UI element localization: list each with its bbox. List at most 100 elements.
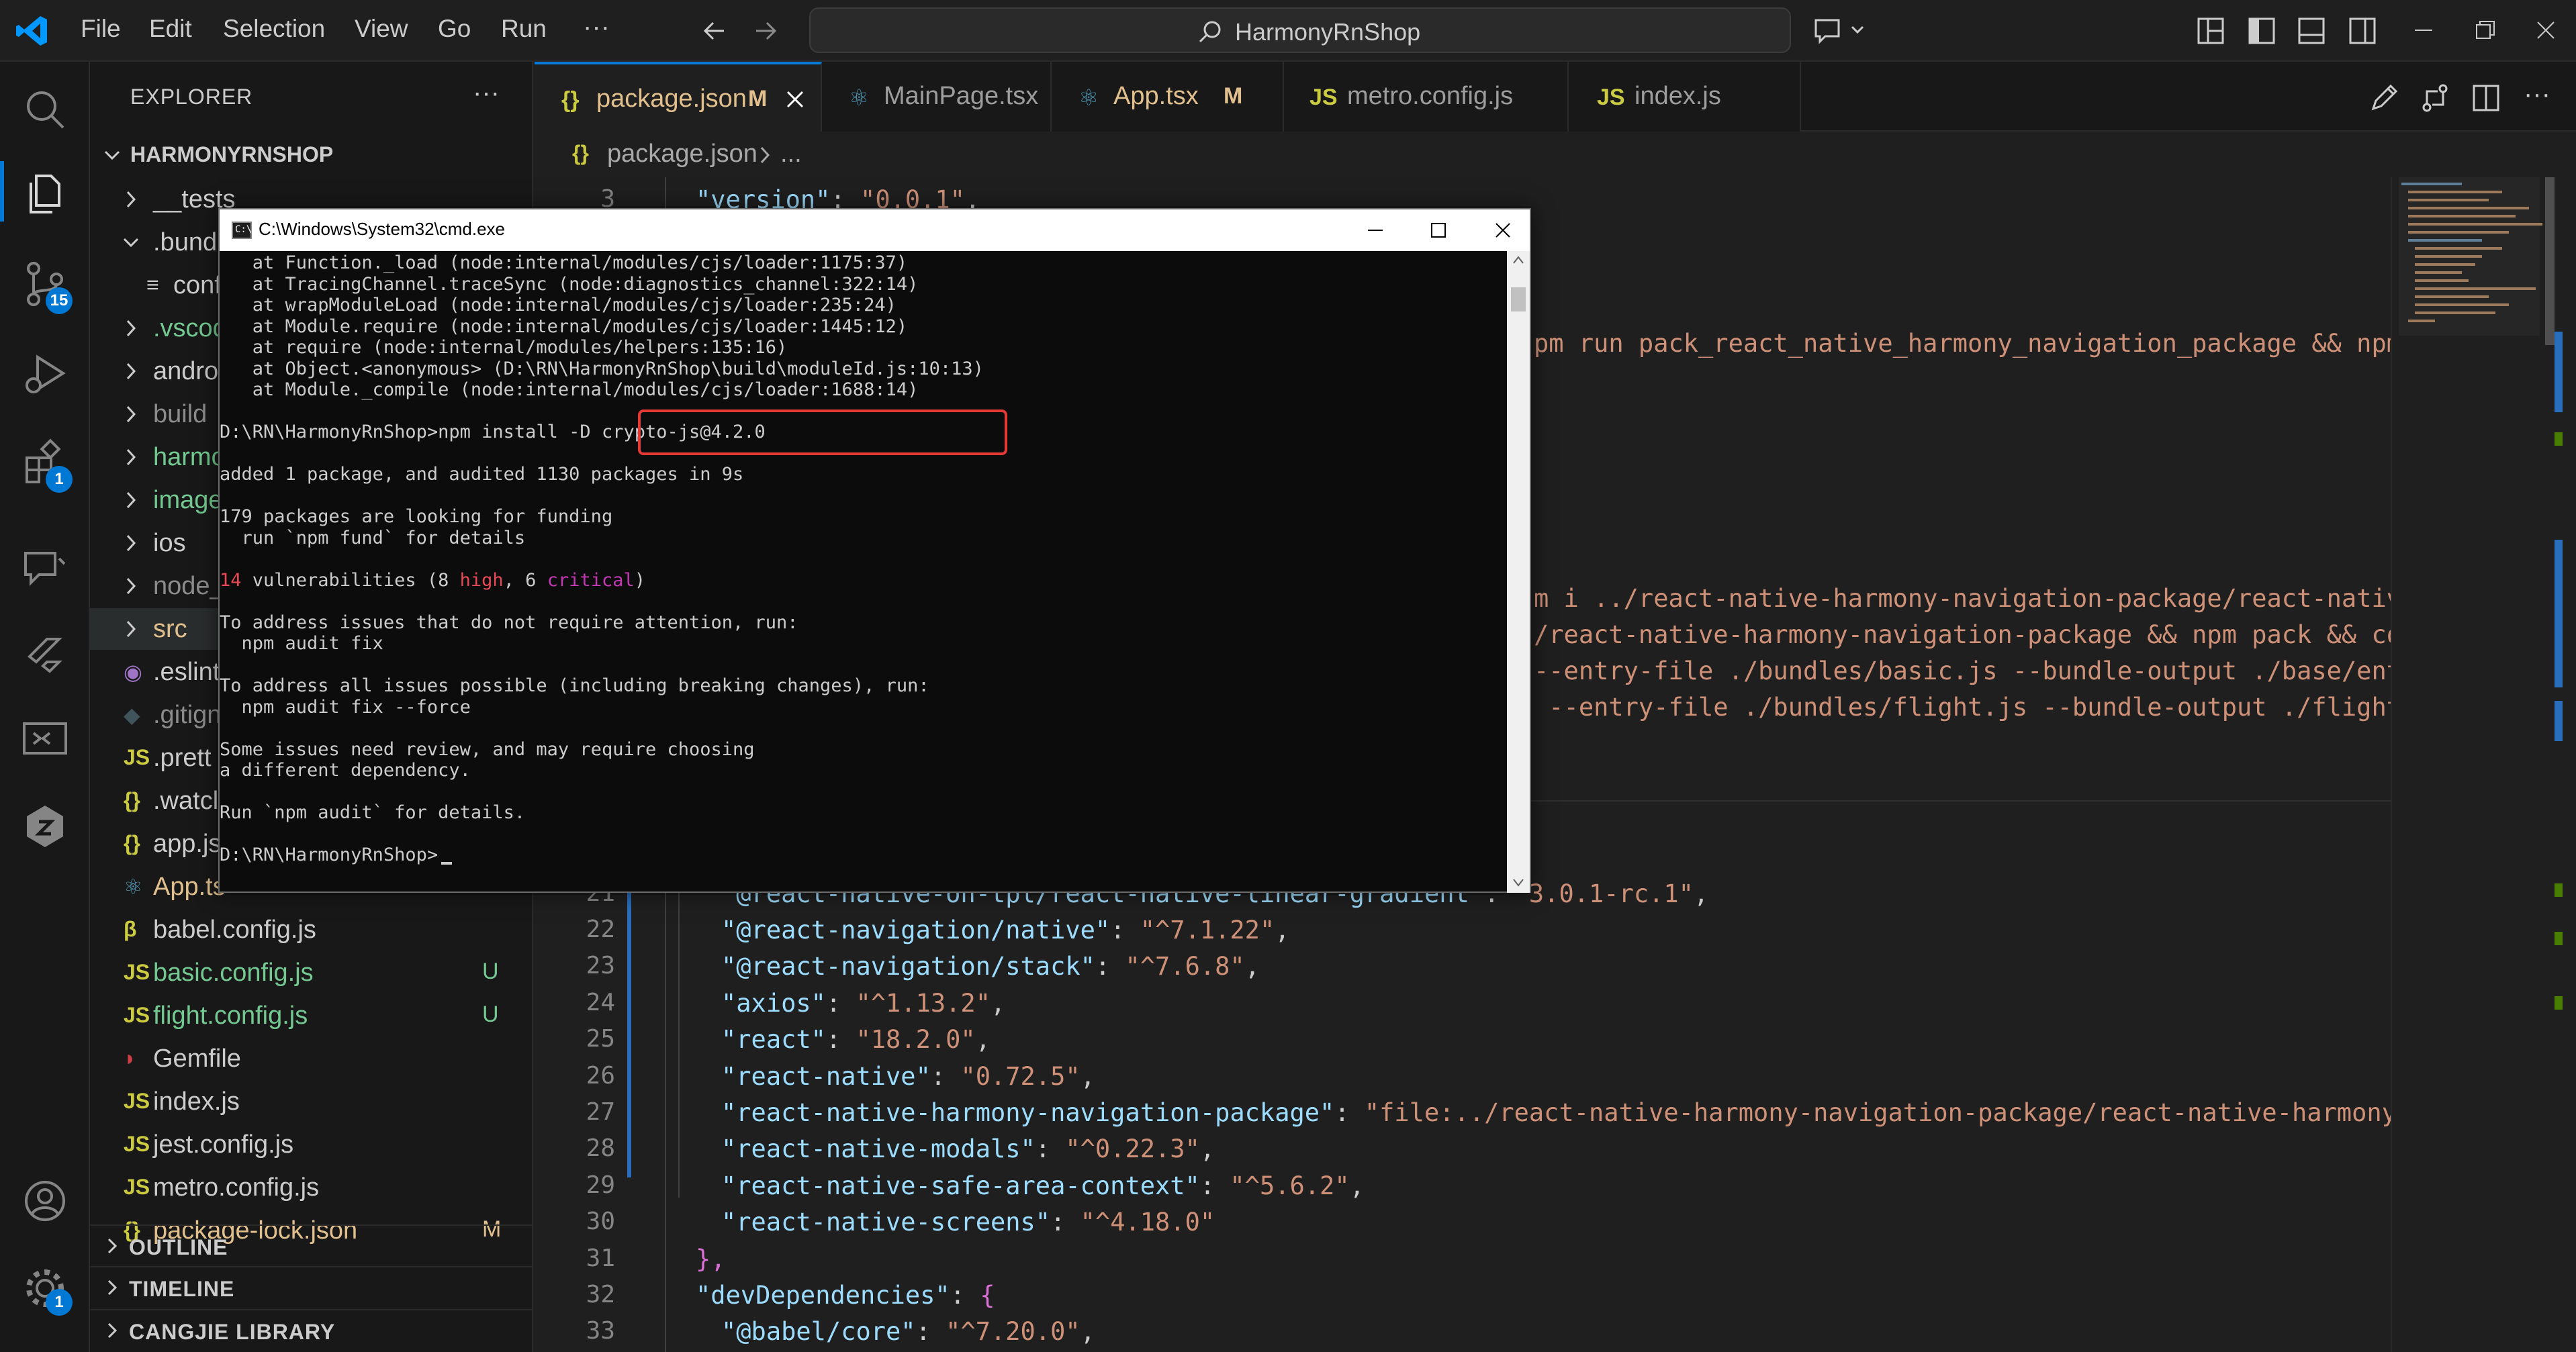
toggle-panel-icon[interactable] — [2297, 16, 2326, 46]
tab-index-js[interactable]: JS index.js — [1569, 62, 1801, 132]
minimap-line — [2415, 287, 2536, 290]
extensions-badge: 1 — [46, 466, 73, 493]
cmd-output-line: To address issues that do not require at… — [220, 612, 798, 633]
cmd-output-line: D:\RN\HarmonyRnShop> — [220, 844, 439, 865]
menu-edit[interactable]: Edit — [149, 15, 192, 43]
minimap-line — [2415, 295, 2489, 298]
flutter-icon[interactable] — [20, 630, 70, 679]
breadcrumb-symbol[interactable]: ... — [780, 140, 802, 168]
minimap-line — [2415, 279, 2469, 282]
file-row[interactable]: JS jest.config.js — [90, 1124, 533, 1165]
cmd-scroll-thumb[interactable] — [1511, 287, 1526, 311]
back-arrow-icon[interactable] — [701, 17, 728, 44]
command-center-search[interactable]: HarmonyRnShop — [809, 7, 1791, 53]
run-debug-icon[interactable] — [20, 349, 70, 399]
code-line: "@react-navigation/native": "^7.1.22", — [721, 916, 1290, 945]
comma: , — [975, 1025, 991, 1055]
chevron-down-icon — [104, 150, 120, 160]
tree-item-label: .watcl — [153, 787, 219, 815]
toggle-secondary-sidebar-icon[interactable] — [2348, 16, 2377, 46]
close-tab-icon[interactable] — [784, 89, 806, 110]
comma: , — [1244, 952, 1260, 981]
command-highlight-box — [638, 409, 1007, 455]
explorer-files-icon[interactable] — [20, 169, 70, 219]
file-type-icon: {} — [124, 788, 140, 812]
breadcrumb-file[interactable]: package.json — [607, 140, 757, 168]
cmd-close-icon[interactable] — [1493, 220, 1513, 240]
editor-scrollbar[interactable] — [2545, 177, 2576, 1352]
search-view-icon[interactable] — [20, 85, 70, 134]
file-row[interactable]: JS flight.config.js U — [90, 995, 533, 1036]
code-line: "axios": "^1.13.2", — [721, 988, 1006, 1018]
minimap-line — [2415, 303, 2509, 306]
workspace-root-folder[interactable]: HARMONYRNSHOP — [90, 136, 533, 173]
chevron-right-icon — [126, 448, 136, 466]
menu-more[interactable]: ··· — [583, 12, 610, 42]
menu-view[interactable]: View — [355, 15, 408, 43]
cmd-output-line: To address all issues possible (includin… — [220, 675, 929, 696]
file-row[interactable]: JS metro.config.js — [90, 1167, 533, 1208]
breadcrumb: {} package.json ... — [535, 132, 2388, 177]
timeline-section[interactable]: TIMELINE — [90, 1266, 533, 1306]
line-number: 24 — [586, 988, 615, 1016]
scroll-down-icon[interactable] — [1512, 878, 1524, 887]
json-brace: { — [980, 1281, 995, 1310]
cmd-window[interactable]: C:\ C:\Windows\System32\cmd.exe at Funct… — [218, 208, 1531, 893]
customize-layout-icon[interactable] — [2196, 16, 2225, 46]
file-row[interactable]: JS index.js — [90, 1081, 533, 1122]
menu-run[interactable]: Run — [501, 15, 547, 43]
chat-icon[interactable] — [20, 544, 70, 593]
tree-item-label: conf — [173, 271, 222, 299]
restore-icon[interactable] — [2474, 19, 2497, 42]
outline-section[interactable]: OUTLINE — [90, 1224, 533, 1265]
git-status-badge: U — [482, 1002, 499, 1027]
account-icon[interactable] — [20, 1176, 70, 1226]
manage-gear-icon[interactable]: 1 — [20, 1263, 73, 1316]
toggle-primary-sidebar-icon[interactable] — [2247, 16, 2276, 46]
compare-changes-icon[interactable] — [2419, 82, 2451, 114]
tab-metro-config-js[interactable]: JS metro.config.js — [1284, 62, 1569, 132]
menu-go[interactable]: Go — [438, 15, 471, 43]
split-editor-icon[interactable] — [2470, 82, 2502, 114]
json-key: "react" — [721, 1025, 826, 1055]
file-row[interactable]: ◗ Gemfile — [90, 1038, 533, 1079]
file-type-icon: β — [124, 917, 137, 941]
code-line-partial: pm run pack_react_native_harmony_navigat… — [1534, 329, 2391, 358]
explorer-more-actions[interactable]: ··· — [473, 78, 500, 108]
menu-selection[interactable]: Selection — [223, 15, 325, 43]
tree-item-label: .gitign — [153, 701, 222, 729]
cmd-minimize-icon[interactable] — [1365, 220, 1385, 240]
minimap[interactable] — [2391, 177, 2545, 1352]
cmd-output-line: Run `npm audit` for details. — [220, 802, 526, 823]
close-window-icon[interactable] — [2534, 19, 2557, 42]
copilot-chat-icon[interactable] — [1813, 15, 1867, 46]
cmd-output-line: at Function._load (node:internal/modules… — [220, 252, 908, 273]
cangjie-icon[interactable] — [20, 802, 70, 851]
comma: , — [1275, 916, 1290, 945]
tab-app-tsx[interactable]: ⚛ App.tsx M — [1052, 62, 1284, 132]
tab-label: metro.config.js — [1347, 82, 1514, 110]
remote-explorer-icon[interactable] — [20, 714, 70, 764]
tab-package-json[interactable]: {} package.json M — [535, 62, 822, 132]
tree-item-label: Gemfile — [153, 1045, 241, 1073]
extensions-icon[interactable]: 1 — [20, 438, 73, 493]
menu-file[interactable]: File — [81, 15, 121, 43]
cangjie-library-section[interactable]: CANGJIE LIBRARY — [90, 1309, 533, 1349]
cmd-titlebar[interactable]: C:\ C:\Windows\System32\cmd.exe — [220, 209, 1530, 251]
tab-mainpage-tsx[interactable]: ⚛ MainPage.tsx — [822, 62, 1052, 132]
source-control-icon[interactable]: 15 — [20, 259, 73, 314]
scrollbar-thumb[interactable] — [2545, 177, 2555, 345]
minimize-icon[interactable] — [2412, 19, 2435, 42]
vscode-logo-icon[interactable] — [15, 13, 50, 48]
file-row[interactable]: JS basic.config.js U — [90, 952, 533, 994]
forward-arrow-icon[interactable] — [752, 17, 779, 44]
scroll-up-icon[interactable] — [1512, 255, 1524, 264]
scroll-change-marker — [2555, 996, 2563, 1010]
edit-pencil-icon[interactable] — [2368, 82, 2400, 114]
cmd-scrollbar[interactable] — [1507, 251, 1530, 893]
file-row[interactable]: β babel.config.js — [90, 909, 533, 951]
more-actions-icon[interactable]: ··· — [2524, 79, 2550, 109]
chevron-right-icon — [107, 1238, 118, 1254]
vuln-text: vulnerabilities (8 — [241, 569, 460, 591]
cmd-maximize-icon[interactable] — [1428, 220, 1448, 240]
